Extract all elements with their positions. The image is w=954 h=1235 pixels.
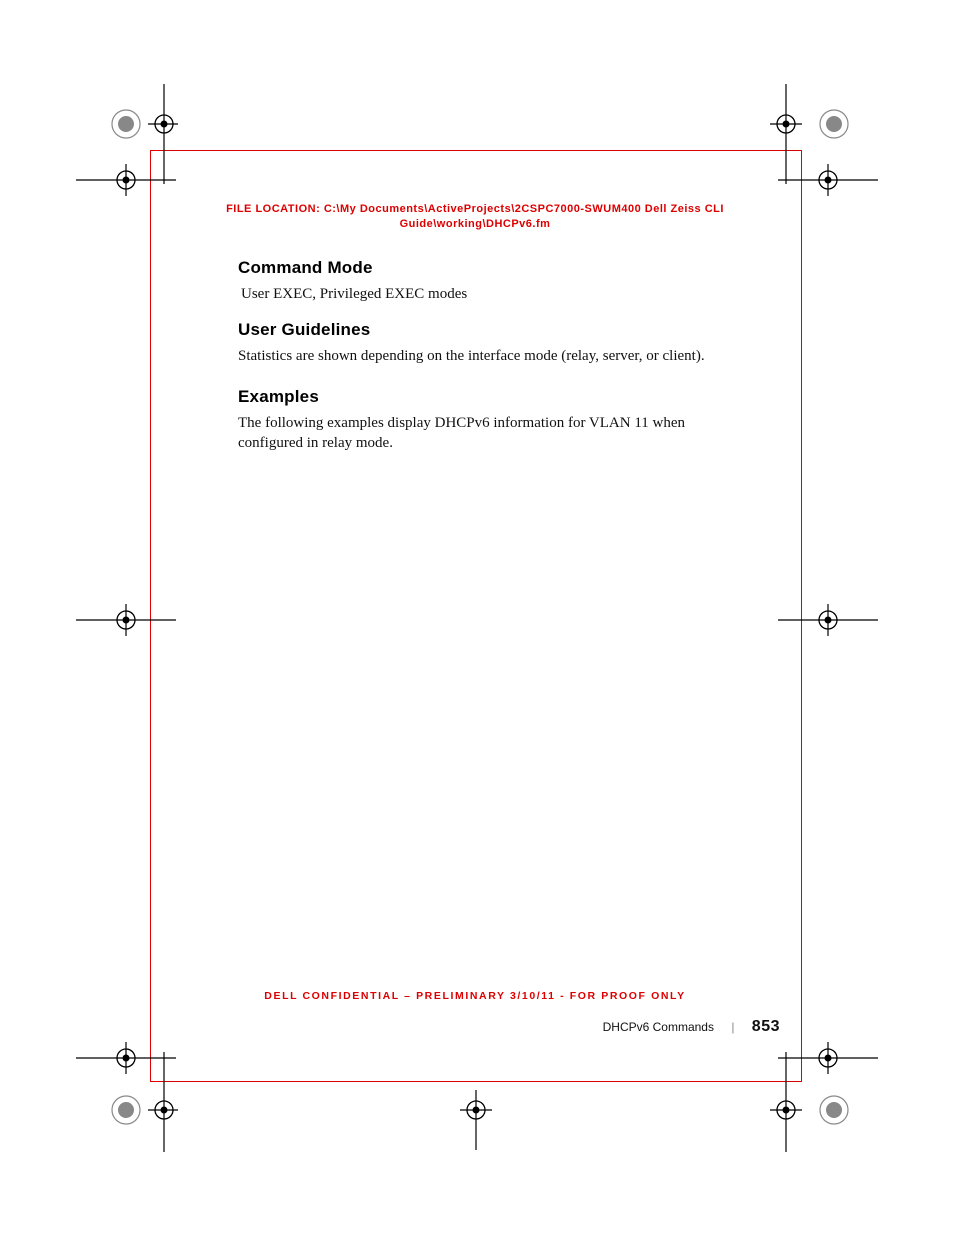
file-location-label: FILE LOCATION: [226,203,320,215]
page: FILE LOCATION: C:\My Documents\ActivePro… [0,0,954,1235]
confidential-notice: DELL CONFIDENTIAL – PRELIMINARY 3/10/11 … [170,990,780,1002]
heading-examples: Examples [238,387,778,407]
file-location-path: C:\My Documents\ActiveProjects\2CSPC7000… [324,203,724,230]
reg-mark-bottom-center [456,1090,496,1130]
text-examples: The following examples display DHCPv6 in… [238,413,718,454]
heading-command-mode: Command Mode [238,258,778,278]
file-location: FILE LOCATION: C:\My Documents\ActivePro… [170,202,780,232]
text-command-mode: User EXEC, Privileged EXEC modes [238,284,778,304]
heading-user-guidelines: User Guidelines [238,320,778,340]
content: Command Mode User EXEC, Privileged EXEC … [238,258,778,473]
footer-page-number: 853 [752,1018,780,1035]
footer-separator: | [717,1020,748,1034]
footer: DHCPv6 Commands | 853 [170,1018,780,1036]
footer-section: DHCPv6 Commands [603,1020,714,1034]
text-user-guidelines: Statistics are shown depending on the in… [238,346,778,366]
